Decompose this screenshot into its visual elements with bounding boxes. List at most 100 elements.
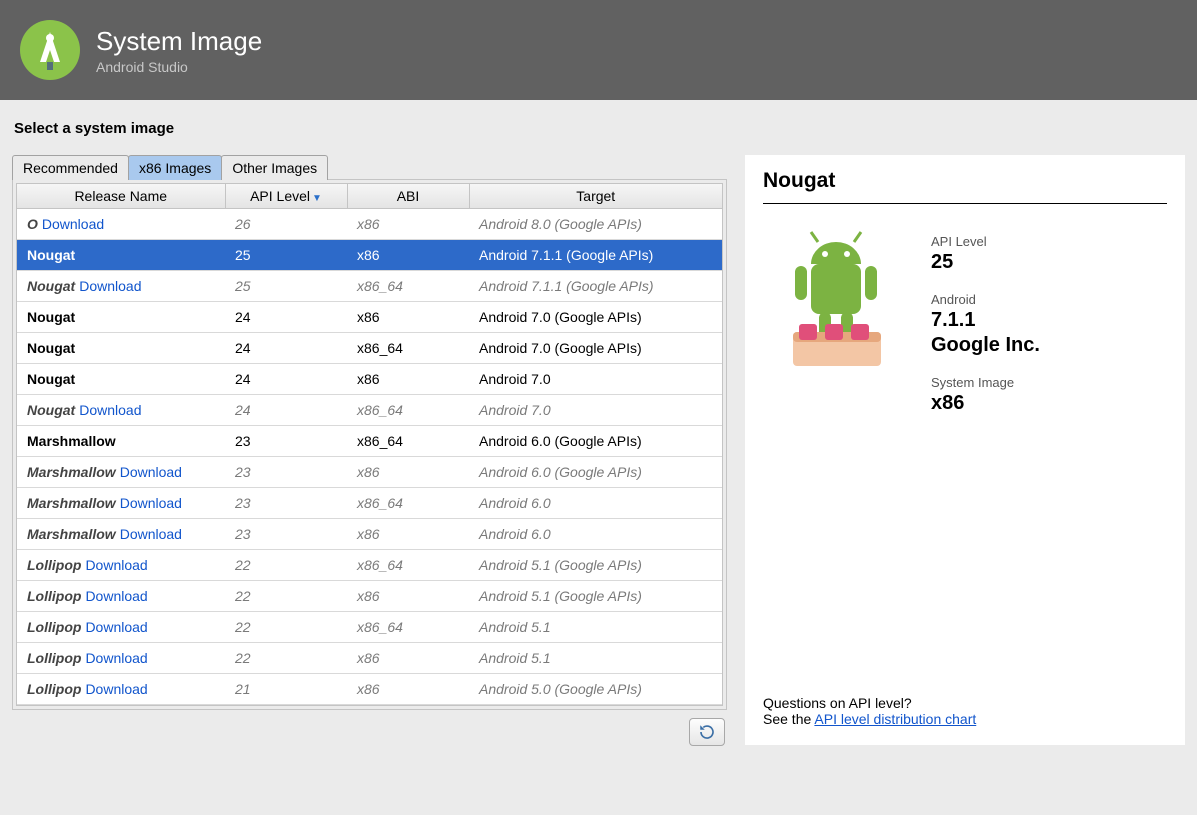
cell-target: Android 7.1.1 (Google APIs) [469,271,722,302]
download-link[interactable]: Download [85,650,147,666]
release-name: Nougat [27,371,75,387]
cell-api: 26 [225,209,347,240]
table-row[interactable]: Nougat24x86Android 7.0 (Google APIs) [17,302,722,333]
release-name: Marshmallow [27,526,116,542]
table-row[interactable]: Nougat 24x86_64Android 7.0 (Google APIs) [17,333,722,364]
download-link[interactable]: Download [85,588,147,604]
table-row[interactable]: LollipopDownload22x86Android 5.1 [17,643,722,674]
release-name: Nougat [27,247,75,263]
cell-api: 24 [225,364,347,395]
cell-api: 23 [225,488,347,519]
cell-target: Android 5.1 [469,612,722,643]
table-row[interactable]: NougatDownload24x86_64Android 7.0 [17,395,722,426]
release-name: Lollipop [27,619,81,635]
cell-abi: x86_64 [347,333,469,364]
refresh-icon [698,723,716,741]
wizard-header: System Image Android Studio [0,0,1197,100]
android-label: Android [931,292,1040,307]
cell-target: Android 6.0 [469,519,722,550]
release-name: O [27,216,38,232]
cell-target: Android 7.0 (Google APIs) [469,302,722,333]
api-level-label: API Level [931,234,1040,249]
cell-target: Android 5.1 [469,643,722,674]
cell-api: 25 [225,240,347,271]
download-link[interactable]: Download [85,557,147,573]
cell-abi: x86_64 [347,550,469,581]
column-header-api-level[interactable]: API Level▼ [225,184,347,209]
column-header-release-name[interactable]: Release Name [17,184,225,209]
download-link[interactable]: Download [120,526,182,542]
table-row[interactable]: MarshmallowDownload23x86Android 6.0 (Goo… [17,457,722,488]
cell-api: 24 [225,333,347,364]
table-row[interactable]: Nougat 25x86Android 7.1.1 (Google APIs) [17,240,722,271]
cell-abi: x86 [347,209,469,240]
cell-abi: x86_64 [347,395,469,426]
release-name: Nougat [27,402,75,418]
release-name: Marshmallow [27,433,116,449]
download-link[interactable]: Download [79,278,141,294]
tab-x86-images[interactable]: x86 Images [128,155,222,180]
cell-target: Android 6.0 (Google APIs) [469,457,722,488]
release-name: Lollipop [27,557,81,573]
cell-abi: x86_64 [347,271,469,302]
cell-target: Android 7.1.1 (Google APIs) [469,240,722,271]
cell-abi: x86 [347,519,469,550]
page-subtitle: Android Studio [96,59,262,75]
cell-target: Android 7.0 (Google APIs) [469,333,722,364]
release-name: Lollipop [27,588,81,604]
release-name: Nougat [27,340,75,356]
column-header-abi[interactable]: ABI [347,184,469,209]
table-row[interactable]: NougatDownload25x86_64Android 7.1.1 (Goo… [17,271,722,302]
table-row[interactable]: LollipopDownload21x86Android 5.0 (Google… [17,674,722,705]
table-row[interactable]: LollipopDownload 22x86_64Android 5.1 (Goo… [17,550,722,581]
table-row[interactable]: ODownload 26x86Android 8.0 (Google APIs) [17,209,722,240]
tab-recommended[interactable]: Recommended [12,155,129,180]
cell-abi: x86_64 [347,612,469,643]
table-row[interactable]: LollipopDownload22x86_64Android 5.1 [17,612,722,643]
cell-target: Android 8.0 (Google APIs) [469,209,722,240]
cell-abi: x86 [347,240,469,271]
cell-abi: x86 [347,581,469,612]
cell-abi: x86 [347,674,469,705]
download-link[interactable]: Download [42,216,104,232]
release-name: Marshmallow [27,464,116,480]
download-link[interactable]: Download [85,619,147,635]
cell-target: Android 5.1 (Google APIs) [469,550,722,581]
system-image-label: System Image [931,375,1040,390]
api-level-value: 25 [931,251,1040,274]
download-link[interactable]: Download [79,402,141,418]
footer-prefix: See the [763,711,814,727]
cell-api: 23 [225,519,347,550]
cell-target: Android 7.0 [469,395,722,426]
cell-target: Android 7.0 [469,364,722,395]
cell-target: Android 6.0 (Google APIs) [469,426,722,457]
cell-api: 22 [225,550,347,581]
android-studio-icon [18,18,82,82]
cell-target: Android 6.0 [469,488,722,519]
cell-abi: x86 [347,457,469,488]
image-table-panel: Release NameAPI Level▼ABITarget ODownloa… [12,179,727,710]
column-header-target[interactable]: Target [469,184,722,209]
download-link[interactable]: Download [85,681,147,697]
table-row[interactable]: Nougat24x86Android 7.0 [17,364,722,395]
cell-target: Android 5.0 (Google APIs) [469,674,722,705]
detail-divider [763,203,1167,204]
download-link[interactable]: Download [120,464,182,480]
cell-abi: x86_64 [347,488,469,519]
release-name: Marshmallow [27,495,116,511]
table-row[interactable]: LollipopDownload22x86Android 5.1 (Google… [17,581,722,612]
detail-panel: Nougat [745,155,1185,745]
refresh-button[interactable] [689,718,725,746]
download-link[interactable]: Download [120,495,182,511]
vendor-value: Google Inc. [931,334,1040,357]
tab-other-images[interactable]: Other Images [221,155,328,180]
table-row[interactable]: MarshmallowDownload 23x86Android 6.0 [17,519,722,550]
cell-api: 21 [225,674,347,705]
cell-abi: x86 [347,643,469,674]
table-row[interactable]: Marshmallow23x86_64Android 6.0 (Google A… [17,426,722,457]
api-distribution-link[interactable]: API level distribution chart [814,711,976,727]
release-name: Nougat [27,309,75,325]
table-row[interactable]: MarshmallowDownload 23x86_64Android 6.0 [17,488,722,519]
cell-api: 22 [225,643,347,674]
android-nougat-illustration [763,224,903,384]
